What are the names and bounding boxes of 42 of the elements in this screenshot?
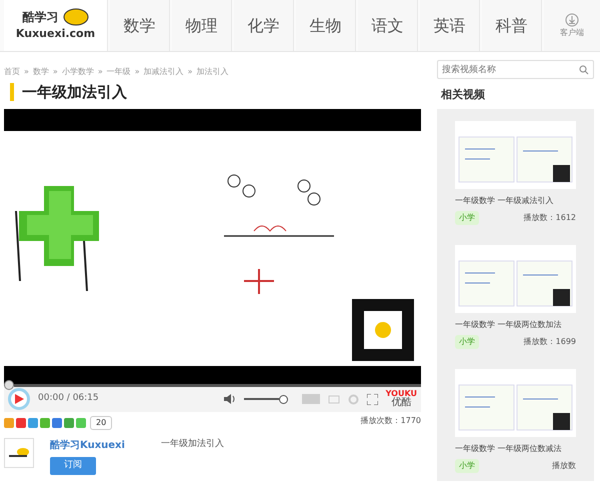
breadcrumb-separator: » <box>24 66 29 78</box>
play-count: 播放数：1699 <box>524 336 576 348</box>
share-count: 20 <box>90 416 112 430</box>
cloud-icon <box>62 8 88 26</box>
breadcrumb-separator: » <box>52 66 58 78</box>
page-title: 一年级加法引入 <box>10 83 421 101</box>
category-tag: 小学 <box>455 334 479 348</box>
download-icon[interactable] <box>565 12 579 26</box>
video-card[interactable]: 一年级数学 一年级减法引入 小学 播放数：1612 <box>437 108 594 232</box>
video-title: 一年级数学 一年级减法引入 <box>455 194 555 206</box>
video-title: 一年级数学 一年级两位数加法 <box>455 318 563 330</box>
video-title: 一年级加法引入 <box>160 438 224 451</box>
category-tag: 小学 <box>455 458 479 472</box>
author-avatar[interactable] <box>4 438 34 468</box>
video-title: 一年级数学 一年级两位数减法 <box>455 442 563 454</box>
brand-logo: YOUKU 优酷 <box>386 390 417 408</box>
video-card[interactable]: 一年级数学 一年级两位数减法 小学 播放数 <box>437 356 594 480</box>
play-icon <box>14 394 24 404</box>
author-name[interactable]: 酷学习Kuxuexi <box>50 438 125 453</box>
volume-slider[interactable] <box>244 394 288 404</box>
volume-handle[interactable] <box>278 394 288 404</box>
search-field[interactable]: 搜索视频名称 <box>437 60 594 79</box>
section-heading: 相关视频 <box>441 87 486 103</box>
progress-handle[interactable] <box>4 380 14 390</box>
breadcrumb-separator: » <box>98 66 103 78</box>
play-count: 播放数：1612 <box>524 212 576 224</box>
play-count: 播放次数：1770 <box>360 415 421 427</box>
breadcrumb-separator: » <box>188 66 193 78</box>
fullscreen-icon[interactable] <box>366 394 378 404</box>
play-count: 播放数 <box>552 460 576 472</box>
category-tag: 小学 <box>455 210 479 224</box>
play-button[interactable] <box>8 388 30 410</box>
volume-icon[interactable] <box>224 394 236 404</box>
share-icon[interactable] <box>328 394 340 404</box>
progress-bar[interactable] <box>4 380 421 390</box>
video-card[interactable]: 一年级数学 一年级两位数加法 小学 播放数：1699 <box>437 232 594 356</box>
time-display: 00:00 / 06:15 <box>38 392 99 406</box>
breadcrumb-separator: » <box>134 66 140 78</box>
site-logo[interactable]: 酷学习 Kuxuexi.com <box>4 0 108 51</box>
logo-text: 酷学习 <box>22 9 58 26</box>
logo-domain: Kuxuexi.com <box>16 26 96 42</box>
search-icon[interactable] <box>579 65 589 75</box>
